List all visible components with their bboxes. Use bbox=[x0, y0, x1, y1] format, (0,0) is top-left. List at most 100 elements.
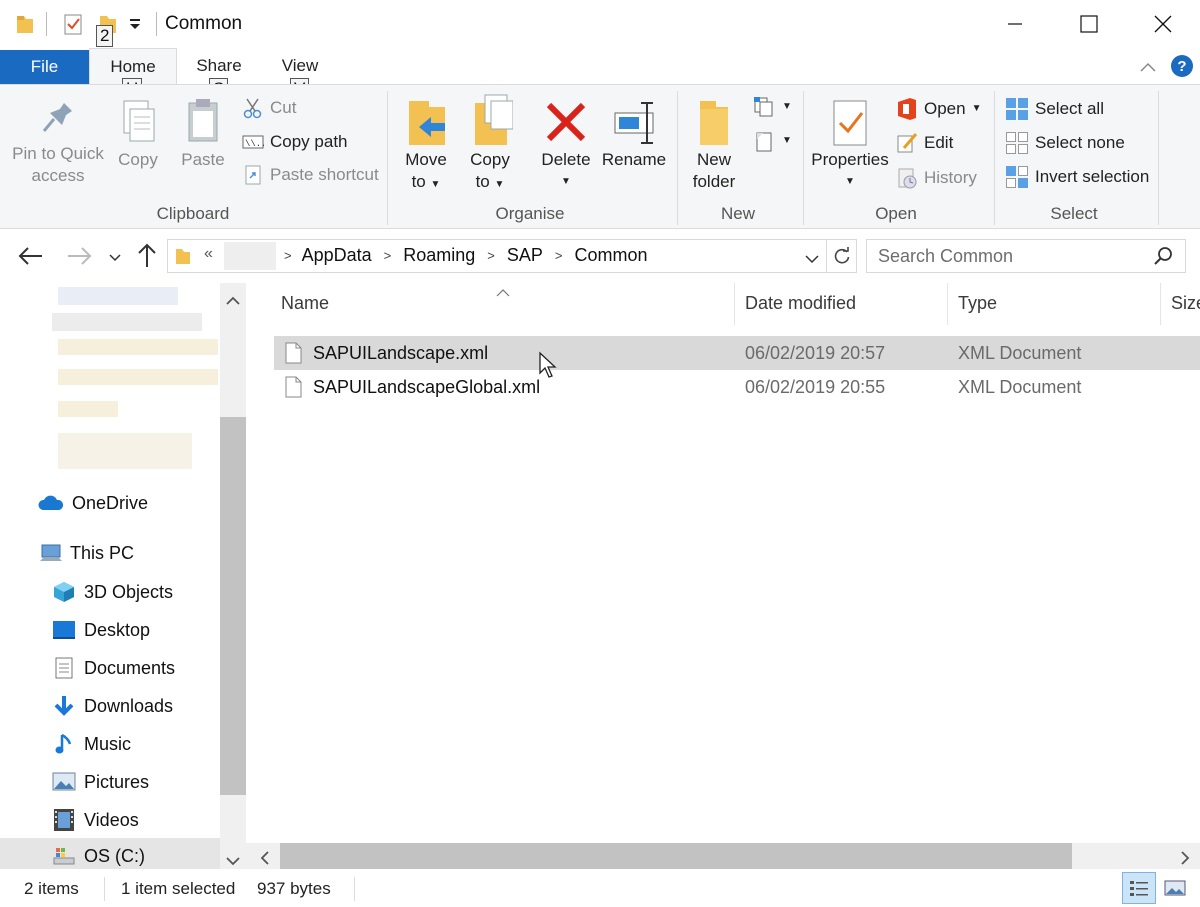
paste-shortcut-button[interactable]: Paste shortcut bbox=[242, 164, 379, 186]
copy-to-button[interactable]: Copy to ▼ bbox=[462, 93, 518, 196]
move-to-icon bbox=[409, 101, 445, 145]
invert-selection-button[interactable]: Invert selection bbox=[1005, 165, 1149, 189]
forward-arrow-icon bbox=[68, 247, 92, 265]
breadcrumb: > AppData > Roaming > SAP > Common bbox=[284, 245, 648, 266]
cut-button[interactable]: Cut bbox=[242, 97, 296, 119]
horizontal-scrollbar-thumb[interactable] bbox=[280, 843, 1072, 869]
properties-button[interactable]: Properties ▼ bbox=[810, 97, 890, 193]
help-icon[interactable]: ? bbox=[1170, 54, 1194, 83]
large-icons-view-icon bbox=[1164, 880, 1186, 896]
select-all-icon bbox=[1006, 98, 1028, 120]
scroll-right-icon[interactable] bbox=[1180, 850, 1190, 870]
history-button[interactable]: History bbox=[896, 167, 977, 189]
breadcrumb-sap[interactable]: SAP bbox=[507, 245, 543, 266]
edit-button[interactable]: Edit bbox=[896, 132, 953, 154]
group-label-clipboard: Clipboard bbox=[156, 204, 230, 223]
delete-button[interactable]: Delete ▼ bbox=[536, 97, 596, 193]
redacted-quick-access bbox=[58, 401, 118, 417]
copy-path-button[interactable]: \\... Copy path bbox=[242, 131, 348, 153]
scroll-left-icon[interactable] bbox=[260, 850, 270, 870]
recent-locations-button[interactable] bbox=[108, 249, 122, 269]
properties-dropdown-icon[interactable]: ▼ bbox=[810, 171, 890, 193]
collapse-ribbon-icon[interactable] bbox=[1139, 58, 1157, 78]
delete-dropdown-icon[interactable]: ▼ bbox=[536, 171, 596, 193]
nav-downloads[interactable]: Downloads bbox=[52, 691, 173, 721]
breadcrumb-appdata[interactable]: AppData bbox=[302, 245, 372, 266]
select-all-button[interactable]: Select all bbox=[1005, 97, 1104, 121]
file-name: SAPUILandscapeGlobal.xml bbox=[313, 377, 541, 397]
select-all-label: Select all bbox=[1035, 99, 1104, 118]
nav-os-c-label: OS (C:) bbox=[84, 845, 145, 866]
open-button[interactable]: Open ▼ bbox=[896, 97, 982, 121]
properties-icon bbox=[833, 100, 867, 146]
breadcrumb-roaming[interactable]: Roaming bbox=[403, 245, 475, 266]
back-button[interactable] bbox=[18, 245, 44, 272]
customize-qat-icon[interactable] bbox=[129, 16, 141, 37]
easy-access-button[interactable]: ▼ bbox=[752, 129, 792, 153]
nav-onedrive[interactable]: OneDrive bbox=[38, 488, 148, 518]
nav-pictures[interactable]: Pictures bbox=[52, 767, 149, 797]
column-header-size[interactable]: Size bbox=[1171, 293, 1200, 314]
pin-to-quick-access-button[interactable]: Pin to Quick access bbox=[8, 97, 108, 187]
office-icon bbox=[898, 98, 916, 120]
address-bar[interactable]: « > AppData > Roaming > SAP > Common bbox=[167, 239, 827, 273]
title-bar: 2 Common bbox=[0, 0, 1200, 48]
breadcrumb-common[interactable]: Common bbox=[575, 245, 648, 266]
paste-button[interactable]: Paste bbox=[176, 97, 230, 171]
column-header-name[interactable]: Name bbox=[281, 293, 329, 314]
rename-button[interactable]: Rename bbox=[600, 97, 668, 171]
maximize-button[interactable] bbox=[1052, 0, 1126, 48]
minimize-button[interactable] bbox=[978, 0, 1052, 48]
column-header-type[interactable]: Type bbox=[958, 293, 997, 314]
tab-file[interactable]: File bbox=[0, 50, 89, 84]
scroll-down-icon[interactable] bbox=[226, 851, 240, 871]
new-item-button[interactable]: ▼ bbox=[752, 95, 792, 119]
search-box[interactable]: Search Common bbox=[866, 239, 1186, 273]
maximize-icon bbox=[1080, 15, 1098, 33]
nav-scrollbar[interactable] bbox=[220, 283, 246, 869]
close-button[interactable] bbox=[1126, 0, 1200, 48]
nav-videos[interactable]: Videos bbox=[52, 805, 139, 835]
up-button[interactable] bbox=[136, 243, 158, 274]
nav-scrollbar-thumb[interactable] bbox=[220, 417, 246, 795]
search-icon[interactable] bbox=[1153, 246, 1173, 271]
pin-label-2: access bbox=[31, 166, 85, 185]
select-none-button[interactable]: Select none bbox=[1005, 131, 1125, 155]
file-list: Name Date modified Type Size SAPUILandsc… bbox=[246, 283, 1200, 843]
close-icon bbox=[1154, 15, 1172, 33]
large-icons-view-button[interactable] bbox=[1160, 873, 1190, 903]
breadcrumb-overflow[interactable]: « bbox=[204, 245, 213, 263]
scroll-up-icon[interactable] bbox=[226, 291, 240, 311]
status-size: 937 bytes bbox=[257, 879, 331, 898]
nav-3d-objects[interactable]: 3D Objects bbox=[52, 577, 173, 607]
address-row: « > AppData > Roaming > SAP > Common Sea… bbox=[0, 229, 1200, 283]
horizontal-scrollbar[interactable] bbox=[246, 843, 1200, 869]
pictures-icon bbox=[52, 772, 76, 791]
edit-icon bbox=[897, 133, 918, 153]
3d-objects-icon bbox=[54, 582, 74, 602]
move-to-button[interactable]: Move to ▼ bbox=[398, 97, 454, 196]
properties-icon[interactable] bbox=[62, 12, 84, 36]
new-folder-button[interactable]: New folder bbox=[688, 97, 740, 193]
nav-this-pc[interactable]: This PC bbox=[38, 538, 134, 568]
copy-button[interactable]: Copy bbox=[112, 97, 164, 171]
new-folder-label-2: folder bbox=[692, 172, 736, 191]
nav-music[interactable]: Music bbox=[52, 729, 131, 759]
refresh-button[interactable] bbox=[827, 239, 857, 273]
videos-icon bbox=[54, 809, 74, 831]
address-dropdown-button[interactable] bbox=[804, 250, 820, 270]
table-row[interactable]: SAPUILandscape.xml 06/02/2019 20:57 XML … bbox=[274, 336, 1200, 370]
table-row[interactable]: SAPUILandscapeGlobal.xml 06/02/2019 20:5… bbox=[274, 370, 1200, 404]
chevron-down-icon bbox=[109, 254, 121, 262]
nav-desktop[interactable]: Desktop bbox=[52, 615, 150, 645]
breadcrumb-redacted bbox=[224, 242, 276, 270]
desktop-icon bbox=[53, 621, 75, 639]
delete-label: Delete bbox=[541, 150, 591, 169]
nav-documents[interactable]: Documents bbox=[52, 653, 175, 683]
details-view-button[interactable] bbox=[1122, 872, 1156, 904]
minimize-icon bbox=[1008, 23, 1022, 25]
group-label-open: Open bbox=[875, 204, 917, 223]
nav-os-c[interactable]: OS (C:) bbox=[52, 841, 145, 871]
forward-button[interactable] bbox=[66, 245, 92, 272]
column-header-date[interactable]: Date modified bbox=[745, 293, 856, 314]
